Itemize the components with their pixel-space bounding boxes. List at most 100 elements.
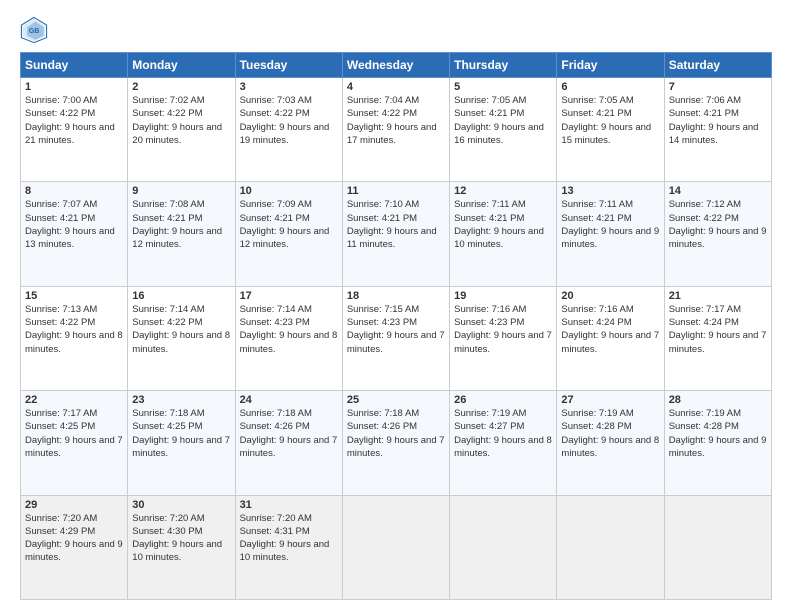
calendar-cell: 22 Sunrise: 7:17 AM Sunset: 4:25 PM Dayl… (21, 391, 128, 495)
day-number: 17 (240, 290, 338, 302)
calendar-week-row: 15 Sunrise: 7:13 AM Sunset: 4:22 PM Dayl… (21, 286, 772, 390)
cell-info: Sunrise: 7:18 AM Sunset: 4:25 PM Dayligh… (132, 407, 230, 460)
day-number: 4 (347, 81, 445, 93)
cell-info: Sunrise: 7:19 AM Sunset: 4:28 PM Dayligh… (561, 407, 659, 460)
calendar-cell: 14 Sunrise: 7:12 AM Sunset: 4:22 PM Dayl… (664, 182, 771, 286)
day-number: 1 (25, 81, 123, 93)
day-number: 28 (669, 394, 767, 406)
calendar-week-row: 29 Sunrise: 7:20 AM Sunset: 4:29 PM Dayl… (21, 495, 772, 599)
calendar-cell: 7 Sunrise: 7:06 AM Sunset: 4:21 PM Dayli… (664, 78, 771, 182)
cell-info: Sunrise: 7:19 AM Sunset: 4:27 PM Dayligh… (454, 407, 552, 460)
calendar-header-row: SundayMondayTuesdayWednesdayThursdayFrid… (21, 53, 772, 78)
calendar-cell: 20 Sunrise: 7:16 AM Sunset: 4:24 PM Dayl… (557, 286, 664, 390)
svg-text:GB: GB (29, 28, 40, 35)
cell-info: Sunrise: 7:06 AM Sunset: 4:21 PM Dayligh… (669, 94, 767, 147)
day-number: 22 (25, 394, 123, 406)
calendar-cell (557, 495, 664, 599)
day-header: Thursday (450, 53, 557, 78)
day-number: 14 (669, 185, 767, 197)
cell-info: Sunrise: 7:05 AM Sunset: 4:21 PM Dayligh… (561, 94, 659, 147)
cell-info: Sunrise: 7:18 AM Sunset: 4:26 PM Dayligh… (347, 407, 445, 460)
calendar-cell: 2 Sunrise: 7:02 AM Sunset: 4:22 PM Dayli… (128, 78, 235, 182)
day-number: 7 (669, 81, 767, 93)
cell-info: Sunrise: 7:20 AM Sunset: 4:29 PM Dayligh… (25, 512, 123, 565)
day-header: Saturday (664, 53, 771, 78)
calendar-cell: 10 Sunrise: 7:09 AM Sunset: 4:21 PM Dayl… (235, 182, 342, 286)
calendar-cell: 1 Sunrise: 7:00 AM Sunset: 4:22 PM Dayli… (21, 78, 128, 182)
day-number: 24 (240, 394, 338, 406)
calendar-cell: 18 Sunrise: 7:15 AM Sunset: 4:23 PM Dayl… (342, 286, 449, 390)
cell-info: Sunrise: 7:00 AM Sunset: 4:22 PM Dayligh… (25, 94, 123, 147)
day-number: 25 (347, 394, 445, 406)
cell-info: Sunrise: 7:17 AM Sunset: 4:25 PM Dayligh… (25, 407, 123, 460)
day-number: 19 (454, 290, 552, 302)
cell-info: Sunrise: 7:20 AM Sunset: 4:30 PM Dayligh… (132, 512, 230, 565)
calendar-cell: 3 Sunrise: 7:03 AM Sunset: 4:22 PM Dayli… (235, 78, 342, 182)
day-number: 6 (561, 81, 659, 93)
header: GB (20, 16, 772, 44)
day-number: 21 (669, 290, 767, 302)
day-number: 16 (132, 290, 230, 302)
day-number: 27 (561, 394, 659, 406)
calendar-cell: 8 Sunrise: 7:07 AM Sunset: 4:21 PM Dayli… (21, 182, 128, 286)
day-number: 11 (347, 185, 445, 197)
cell-info: Sunrise: 7:19 AM Sunset: 4:28 PM Dayligh… (669, 407, 767, 460)
calendar-cell: 15 Sunrise: 7:13 AM Sunset: 4:22 PM Dayl… (21, 286, 128, 390)
cell-info: Sunrise: 7:09 AM Sunset: 4:21 PM Dayligh… (240, 198, 338, 251)
calendar-cell (450, 495, 557, 599)
day-number: 20 (561, 290, 659, 302)
calendar-cell: 13 Sunrise: 7:11 AM Sunset: 4:21 PM Dayl… (557, 182, 664, 286)
day-number: 12 (454, 185, 552, 197)
cell-info: Sunrise: 7:14 AM Sunset: 4:23 PM Dayligh… (240, 303, 338, 356)
cell-info: Sunrise: 7:17 AM Sunset: 4:24 PM Dayligh… (669, 303, 767, 356)
calendar-cell: 16 Sunrise: 7:14 AM Sunset: 4:22 PM Dayl… (128, 286, 235, 390)
calendar-cell: 31 Sunrise: 7:20 AM Sunset: 4:31 PM Dayl… (235, 495, 342, 599)
calendar-table: SundayMondayTuesdayWednesdayThursdayFrid… (20, 52, 772, 600)
calendar-cell: 25 Sunrise: 7:18 AM Sunset: 4:26 PM Dayl… (342, 391, 449, 495)
day-number: 23 (132, 394, 230, 406)
cell-info: Sunrise: 7:18 AM Sunset: 4:26 PM Dayligh… (240, 407, 338, 460)
day-header: Tuesday (235, 53, 342, 78)
day-number: 3 (240, 81, 338, 93)
cell-info: Sunrise: 7:16 AM Sunset: 4:23 PM Dayligh… (454, 303, 552, 356)
cell-info: Sunrise: 7:15 AM Sunset: 4:23 PM Dayligh… (347, 303, 445, 356)
cell-info: Sunrise: 7:12 AM Sunset: 4:22 PM Dayligh… (669, 198, 767, 251)
cell-info: Sunrise: 7:11 AM Sunset: 4:21 PM Dayligh… (454, 198, 552, 251)
calendar-cell: 11 Sunrise: 7:10 AM Sunset: 4:21 PM Dayl… (342, 182, 449, 286)
page: GB SundayMondayTuesdayWednesdayThursdayF… (0, 0, 792, 612)
cell-info: Sunrise: 7:11 AM Sunset: 4:21 PM Dayligh… (561, 198, 659, 251)
calendar-cell: 5 Sunrise: 7:05 AM Sunset: 4:21 PM Dayli… (450, 78, 557, 182)
cell-info: Sunrise: 7:07 AM Sunset: 4:21 PM Dayligh… (25, 198, 123, 251)
calendar-week-row: 8 Sunrise: 7:07 AM Sunset: 4:21 PM Dayli… (21, 182, 772, 286)
calendar-cell (342, 495, 449, 599)
cell-info: Sunrise: 7:03 AM Sunset: 4:22 PM Dayligh… (240, 94, 338, 147)
day-number: 13 (561, 185, 659, 197)
day-number: 9 (132, 185, 230, 197)
day-number: 10 (240, 185, 338, 197)
cell-info: Sunrise: 7:16 AM Sunset: 4:24 PM Dayligh… (561, 303, 659, 356)
logo: GB (20, 16, 52, 44)
day-number: 5 (454, 81, 552, 93)
calendar-week-row: 1 Sunrise: 7:00 AM Sunset: 4:22 PM Dayli… (21, 78, 772, 182)
cell-info: Sunrise: 7:04 AM Sunset: 4:22 PM Dayligh… (347, 94, 445, 147)
day-header: Friday (557, 53, 664, 78)
day-number: 31 (240, 499, 338, 511)
calendar-cell: 29 Sunrise: 7:20 AM Sunset: 4:29 PM Dayl… (21, 495, 128, 599)
calendar-cell: 19 Sunrise: 7:16 AM Sunset: 4:23 PM Dayl… (450, 286, 557, 390)
calendar-week-row: 22 Sunrise: 7:17 AM Sunset: 4:25 PM Dayl… (21, 391, 772, 495)
day-header: Monday (128, 53, 235, 78)
calendar-cell: 26 Sunrise: 7:19 AM Sunset: 4:27 PM Dayl… (450, 391, 557, 495)
calendar-cell: 30 Sunrise: 7:20 AM Sunset: 4:30 PM Dayl… (128, 495, 235, 599)
calendar-cell: 23 Sunrise: 7:18 AM Sunset: 4:25 PM Dayl… (128, 391, 235, 495)
day-number: 15 (25, 290, 123, 302)
day-header: Wednesday (342, 53, 449, 78)
day-number: 8 (25, 185, 123, 197)
cell-info: Sunrise: 7:13 AM Sunset: 4:22 PM Dayligh… (25, 303, 123, 356)
calendar-cell: 28 Sunrise: 7:19 AM Sunset: 4:28 PM Dayl… (664, 391, 771, 495)
calendar-cell: 24 Sunrise: 7:18 AM Sunset: 4:26 PM Dayl… (235, 391, 342, 495)
day-header: Sunday (21, 53, 128, 78)
day-number: 26 (454, 394, 552, 406)
cell-info: Sunrise: 7:20 AM Sunset: 4:31 PM Dayligh… (240, 512, 338, 565)
day-number: 18 (347, 290, 445, 302)
calendar-cell: 17 Sunrise: 7:14 AM Sunset: 4:23 PM Dayl… (235, 286, 342, 390)
